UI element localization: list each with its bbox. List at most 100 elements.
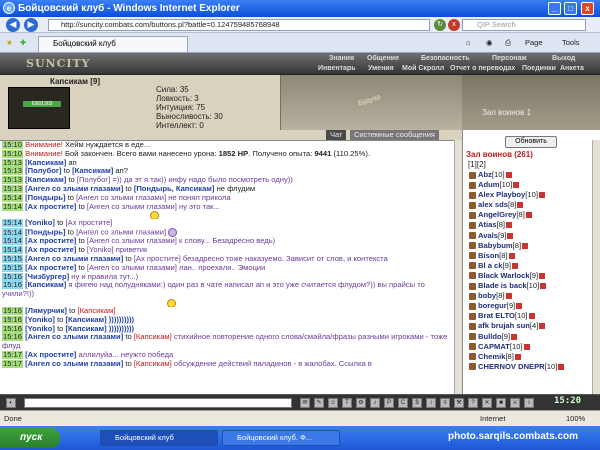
help-icon[interactable]: ? xyxy=(468,398,478,408)
scroll-lock-icon[interactable]: ↕ xyxy=(426,398,436,408)
exit-icon[interactable]: ✕ xyxy=(482,398,492,408)
chat-nick[interactable]: [Ах простите] xyxy=(25,351,76,359)
chat-nick[interactable]: [Ангел со злыми глазами] xyxy=(25,360,123,368)
feeds-icon[interactable]: ◉ xyxy=(486,38,493,47)
chat-menu-icon[interactable]: ◐ xyxy=(6,398,16,408)
stop-icon[interactable]: x xyxy=(448,19,460,31)
player-item[interactable]: Atias[8] xyxy=(469,220,597,230)
menu-transfers[interactable]: Отчет о переводах xyxy=(450,65,515,72)
trade-icon[interactable]: $ xyxy=(412,398,422,408)
chat-nick[interactable]: [Капсикам] xyxy=(25,281,66,289)
info-icon[interactable] xyxy=(522,242,529,249)
info-icon[interactable] xyxy=(505,172,512,178)
sound-icon[interactable]: ♪ xyxy=(370,398,380,408)
info-icon[interactable] xyxy=(511,262,518,269)
chat-nick[interactable]: [Ангел со злыми глазами] xyxy=(25,333,123,341)
minimize-button[interactable]: _ xyxy=(548,2,561,15)
chat-nick[interactable]: [Yoniko] xyxy=(25,316,55,324)
info-icon[interactable]: i xyxy=(524,398,534,408)
chat-nick[interactable]: [Ангел со злыми глазами] xyxy=(25,255,123,263)
player-item[interactable]: Avals[9] xyxy=(469,231,597,241)
player-item[interactable]: Brat ELTO[10] xyxy=(469,311,597,321)
page-menu[interactable]: Page xyxy=(525,38,543,47)
chat-nick[interactable]: [Капсикам] xyxy=(25,159,66,167)
smiles-icon[interactable]: ☺ xyxy=(328,398,338,408)
player-item[interactable]: Babybum[8] xyxy=(469,241,597,251)
info-icon[interactable] xyxy=(514,353,521,360)
task-button-1[interactable]: Бойцовский клуб xyxy=(100,430,218,446)
favorites-icon[interactable]: ★ xyxy=(6,38,13,47)
info-icon[interactable] xyxy=(540,283,547,290)
player-item[interactable]: Adum[10] xyxy=(469,180,597,190)
character-portrait[interactable]: 636/1303 xyxy=(8,87,70,129)
chat-nick[interactable]: [Пондырь] xyxy=(25,194,65,202)
close-button[interactable]: x xyxy=(581,2,594,15)
tab-active[interactable]: Бойцовский клуб xyxy=(38,36,188,52)
player-item[interactable]: Chemik[8] xyxy=(469,352,597,362)
menu-inventory[interactable]: Инвентарь xyxy=(318,65,356,72)
player-item[interactable]: Bison[8] xyxy=(469,251,597,261)
chat-nick[interactable]: [Ах простите] xyxy=(25,264,76,272)
chat-nick[interactable]: [Ангел со злыми глазами] xyxy=(25,185,123,193)
maximize-button[interactable]: □ xyxy=(564,2,577,15)
chat-nick[interactable]: [Yoniko] xyxy=(25,219,55,227)
info-icon[interactable] xyxy=(539,323,546,330)
menu-character[interactable]: Персонаж xyxy=(492,55,526,62)
info-icon[interactable] xyxy=(528,313,535,320)
task-button-2[interactable]: Бойцовский клуб. Ф... xyxy=(222,430,340,446)
fight-icon[interactable]: ⚔ xyxy=(510,398,520,408)
chat-nick[interactable]: [Ах простите] xyxy=(25,203,76,211)
chat-nick[interactable]: [Полубог] xyxy=(25,167,61,175)
start-button[interactable]: пуск xyxy=(0,428,60,448)
menu-scroll[interactable]: Мой Скролл xyxy=(402,65,444,72)
info-icon[interactable] xyxy=(513,182,520,189)
info-icon[interactable] xyxy=(538,192,545,199)
info-icon[interactable] xyxy=(511,333,518,340)
log-icon[interactable]: ≡ xyxy=(440,398,450,408)
chat-nick[interactable]: [Лямурчик] xyxy=(25,307,67,315)
info-icon[interactable] xyxy=(525,212,532,219)
location-scene[interactable]: Будуар xyxy=(280,75,462,130)
tab-chat[interactable]: Чат xyxy=(326,130,347,140)
tools-menu[interactable]: Tools xyxy=(562,38,580,47)
menu-security[interactable]: Безопасность xyxy=(421,55,470,62)
player-item[interactable]: Abz[10] xyxy=(469,170,597,180)
color-icon[interactable]: ■ xyxy=(496,398,506,408)
chat-message-input[interactable] xyxy=(24,398,292,408)
player-item[interactable]: CHERNOV DNEPR[10] xyxy=(469,362,597,372)
info-icon[interactable] xyxy=(523,343,530,350)
translit-icon[interactable]: T xyxy=(342,398,352,408)
clear-icon[interactable]: ✎ xyxy=(314,398,324,408)
player-item[interactable]: boby[8] xyxy=(469,291,597,301)
player-item[interactable]: Blade is back[10] xyxy=(469,281,597,291)
chat-nick[interactable]: [Yoniko] xyxy=(25,325,55,333)
private-icon[interactable]: P xyxy=(384,398,394,408)
info-icon[interactable] xyxy=(539,272,546,279)
zoom-level[interactable]: 100% xyxy=(566,414,585,423)
info-icon[interactable] xyxy=(508,252,515,259)
settings-icon[interactable]: ⚒ xyxy=(454,398,464,408)
info-icon[interactable] xyxy=(516,303,523,310)
menu-communication[interactable]: Общение xyxy=(367,55,399,62)
player-item[interactable]: alex sds[8] xyxy=(469,200,597,210)
info-icon[interactable] xyxy=(558,363,565,370)
address-input[interactable]: http://suncity.combats.com/buttons.pl?ba… xyxy=(48,19,430,31)
menu-skills[interactable]: Умения xyxy=(368,65,394,72)
forward-button[interactable]: ▶ xyxy=(24,18,38,32)
player-item[interactable]: afk brujah sun[4] xyxy=(469,321,597,331)
info-icon[interactable] xyxy=(505,293,512,300)
player-item[interactable]: AngelGrey[8] xyxy=(469,210,597,220)
info-icon[interactable] xyxy=(507,232,514,239)
info-icon[interactable] xyxy=(506,222,513,229)
character-name[interactable]: Капсикам xyxy=(50,77,88,86)
player-item[interactable]: Bl a ck[9] xyxy=(469,261,597,271)
chat-scrollbar[interactable] xyxy=(454,140,462,394)
search-input[interactable]: QIP Search xyxy=(462,19,586,31)
player-item[interactable]: Alex Playboy[10] xyxy=(469,190,597,200)
home-icon[interactable]: ⌂ xyxy=(466,38,471,47)
sidebar-scrollbar[interactable] xyxy=(592,140,600,394)
menu-exit[interactable]: Выход xyxy=(552,55,575,62)
menu-knowledge[interactable]: Знания xyxy=(329,55,354,62)
refresh-button[interactable]: Обновить xyxy=(505,136,557,148)
chat-nick[interactable]: [Чизбургер] xyxy=(25,273,69,281)
